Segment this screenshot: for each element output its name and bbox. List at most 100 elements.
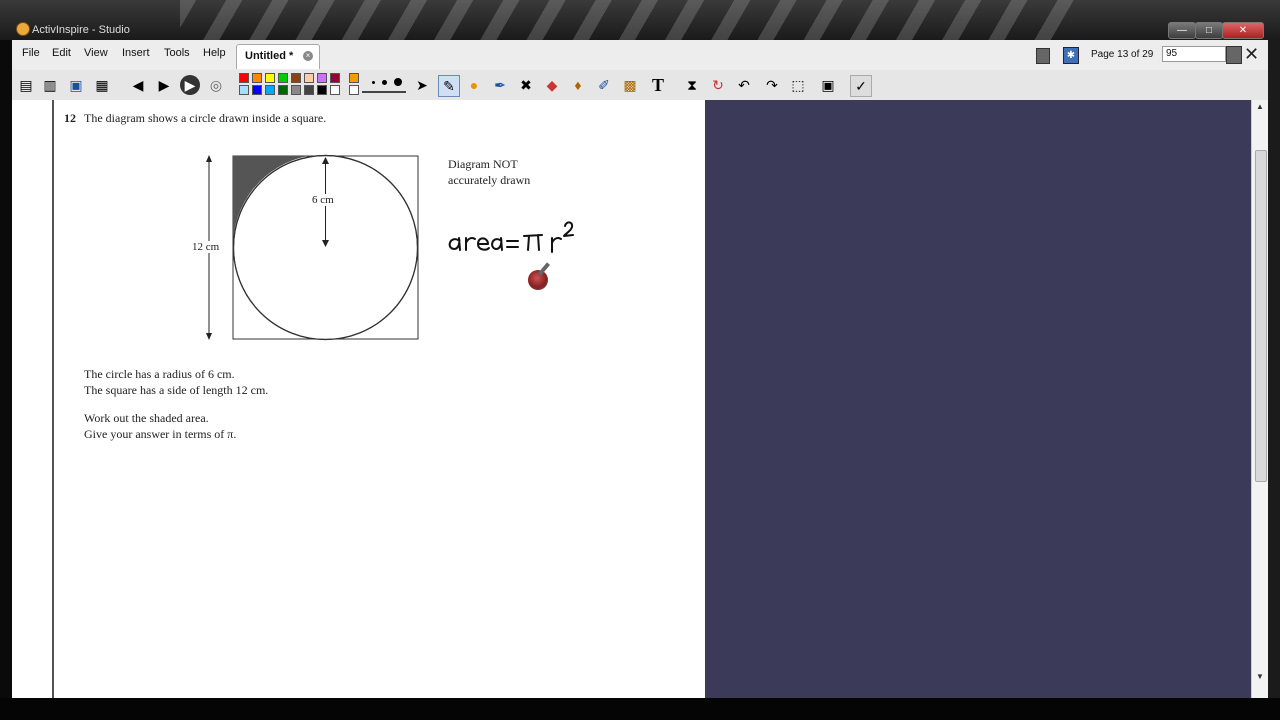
save-flipchart-icon[interactable]: ▦ bbox=[92, 75, 112, 95]
maximize-button[interactable]: □ bbox=[1195, 22, 1223, 39]
previous-page-icon[interactable]: ◀ bbox=[128, 75, 148, 95]
ink-r2 bbox=[551, 237, 562, 253]
vertical-scrollbar[interactable]: ▲ ▼ bbox=[1251, 100, 1269, 698]
flipchart-page[interactable]: 12 The diagram shows a circle drawn insi… bbox=[52, 100, 667, 698]
ink-a2 bbox=[491, 237, 503, 251]
scroll-thumb[interactable] bbox=[1255, 150, 1267, 482]
dual-user-icon[interactable]: ▣ bbox=[818, 75, 838, 95]
palette-swatch[interactable] bbox=[291, 73, 301, 83]
open-flipchart-icon[interactable]: ▣ bbox=[66, 75, 86, 95]
customize-toolbox-icon[interactable]: ✓ bbox=[850, 75, 872, 97]
palette-swatch[interactable] bbox=[239, 85, 249, 95]
window-title: ActivInspire - Studio bbox=[32, 24, 130, 36]
ink-r bbox=[465, 237, 476, 251]
spotlight-icon[interactable]: ⬚ bbox=[788, 75, 808, 95]
color-palette bbox=[239, 73, 347, 97]
instruction-line2: Give your answer in terms of π. bbox=[84, 427, 237, 441]
camera-icon[interactable]: ▩ bbox=[620, 75, 640, 95]
pen-width-large[interactable] bbox=[394, 78, 402, 86]
marker-icon[interactable]: ✒ bbox=[490, 75, 510, 95]
menu-insert[interactable]: Insert bbox=[122, 47, 150, 59]
radius-statement: The circle has a radius of 6 cm. bbox=[84, 367, 235, 381]
page-gap bbox=[665, 100, 705, 698]
palette-swatch[interactable] bbox=[265, 85, 275, 95]
undo-icon[interactable]: ↶ bbox=[734, 75, 754, 95]
palette-swatch[interactable] bbox=[304, 73, 314, 83]
menu-tools[interactable]: Tools bbox=[164, 47, 190, 59]
ink-equals bbox=[506, 240, 519, 248]
close-flipchart-icon[interactable]: ✕ bbox=[1244, 44, 1259, 65]
pen-width-small[interactable] bbox=[372, 81, 375, 84]
pen-width-slider[interactable] bbox=[362, 91, 406, 93]
main-menu-icon[interactable]: ▤ bbox=[16, 75, 36, 95]
next-page-icon[interactable]: ▶ bbox=[154, 75, 174, 95]
text-icon[interactable]: T bbox=[648, 75, 668, 95]
ink-squared bbox=[563, 221, 574, 237]
tab-untitled[interactable]: Untitled * × bbox=[236, 44, 320, 69]
magic-ink-icon[interactable]: ✐ bbox=[594, 75, 614, 95]
palette-swatch[interactable] bbox=[330, 73, 340, 83]
current-colour-swatch[interactable] bbox=[349, 73, 359, 83]
palette-swatch[interactable] bbox=[291, 85, 301, 95]
left-margin bbox=[12, 100, 52, 698]
diagram-note-line1: Diagram NOT bbox=[448, 157, 518, 171]
new-flipchart-icon[interactable]: ▥ bbox=[40, 75, 60, 95]
scroll-up-icon[interactable]: ▲ bbox=[1256, 102, 1264, 111]
close-window-button[interactable]: ✕ bbox=[1222, 22, 1264, 39]
zoom-dropdown-button[interactable] bbox=[1226, 46, 1242, 64]
tab-label: Untitled * bbox=[245, 50, 294, 62]
title-bar-background bbox=[180, 0, 1080, 40]
connector-icon[interactable]: ✖ bbox=[516, 75, 536, 95]
secondary-colour-swatch[interactable] bbox=[349, 85, 359, 95]
menu-view[interactable]: View bbox=[84, 47, 108, 59]
page-indicator: Page 13 of 29 bbox=[1091, 49, 1154, 60]
palette-swatch[interactable] bbox=[252, 85, 262, 95]
toolbar: ▤ ▥ ▣ ▦ ◀ ▶ ▶ ◎ ➤ ✎ ● ✒ ✖ ◆ ♦ ✐ ▩ T ⧗ ↻ … bbox=[12, 70, 1268, 101]
menu-help[interactable]: Help bbox=[203, 47, 226, 59]
question-number: 12 bbox=[64, 111, 76, 125]
palette-swatch[interactable] bbox=[317, 85, 327, 95]
highlighter-icon[interactable]: ● bbox=[464, 75, 484, 95]
pen-width-medium[interactable] bbox=[382, 80, 387, 85]
radius-label: 6 cm bbox=[312, 194, 334, 206]
reset-page-icon[interactable]: ↻ bbox=[708, 75, 728, 95]
side-label: 12 cm bbox=[192, 241, 220, 253]
play-icon[interactable]: ▶ bbox=[180, 75, 200, 95]
ink-e bbox=[477, 237, 490, 251]
palette-swatch[interactable] bbox=[317, 73, 327, 83]
title-bar: ActivInspire - Studio — □ ✕ bbox=[0, 0, 1280, 40]
question-text: The diagram shows a circle drawn inside … bbox=[84, 111, 327, 125]
off-page-area bbox=[705, 100, 1251, 698]
timer-icon[interactable]: ⧗ bbox=[682, 75, 702, 95]
palette-swatch[interactable] bbox=[278, 73, 288, 83]
desktop-annotate-icon[interactable]: ◎ bbox=[206, 75, 226, 95]
pen-icon[interactable]: ✎ bbox=[438, 75, 460, 97]
palette-swatch[interactable] bbox=[239, 73, 249, 83]
eraser-icon[interactable]: ◆ bbox=[542, 75, 562, 95]
side-statement: The square has a side of length 12 cm. bbox=[84, 383, 269, 397]
redo-icon[interactable]: ↷ bbox=[762, 75, 782, 95]
page-browser-icon[interactable] bbox=[1036, 48, 1050, 64]
bottom-bar bbox=[0, 698, 1280, 720]
fill-icon[interactable]: ♦ bbox=[568, 75, 588, 95]
menu-edit[interactable]: Edit bbox=[52, 47, 71, 59]
palette-swatch[interactable] bbox=[304, 85, 314, 95]
palette-swatch[interactable] bbox=[330, 85, 340, 95]
instruction-line1: Work out the shaded area. bbox=[84, 411, 209, 425]
scroll-down-icon[interactable]: ▼ bbox=[1256, 672, 1264, 681]
minimize-button[interactable]: — bbox=[1168, 22, 1196, 39]
menu-bar: File Edit View Insert Tools Help bbox=[12, 40, 1268, 71]
window-edge bbox=[1268, 40, 1280, 698]
palette-swatch[interactable] bbox=[265, 73, 275, 83]
close-tab-icon[interactable]: × bbox=[303, 51, 313, 61]
app-logo-icon bbox=[16, 22, 30, 36]
zoom-field[interactable]: 95 bbox=[1162, 46, 1226, 62]
palette-swatch[interactable] bbox=[278, 85, 288, 95]
pointer-icon[interactable]: ➤ bbox=[412, 75, 432, 95]
page-settings-icon[interactable]: ✱ bbox=[1063, 47, 1079, 64]
menu-file[interactable]: File bbox=[22, 47, 40, 59]
diagram bbox=[206, 154, 419, 341]
ink-pi bbox=[523, 234, 543, 251]
ink-a1 bbox=[448, 237, 461, 251]
palette-swatch[interactable] bbox=[252, 73, 262, 83]
